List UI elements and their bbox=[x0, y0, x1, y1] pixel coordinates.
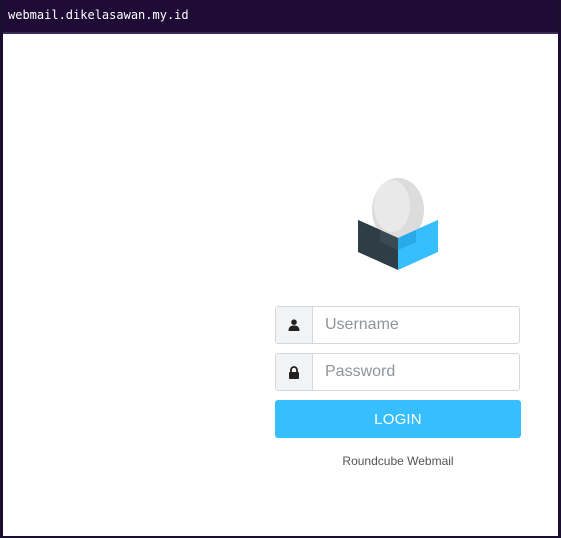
username-field-group bbox=[275, 306, 520, 344]
roundcube-logo bbox=[358, 178, 438, 270]
login-button[interactable]: LOGIN bbox=[275, 400, 521, 438]
username-input[interactable] bbox=[313, 307, 519, 343]
window-title-url: webmail.dikelasawan.my.id bbox=[8, 8, 189, 22]
title-bar: webmail.dikelasawan.my.id bbox=[3, 0, 558, 34]
lock-icon bbox=[276, 354, 313, 390]
password-input[interactable] bbox=[313, 354, 519, 390]
user-icon bbox=[276, 307, 313, 343]
product-name: Roundcube Webmail bbox=[342, 454, 454, 468]
password-field-group bbox=[275, 353, 520, 391]
browser-window: webmail.dikelasawan.my.id Username LOGIN… bbox=[0, 0, 561, 538]
